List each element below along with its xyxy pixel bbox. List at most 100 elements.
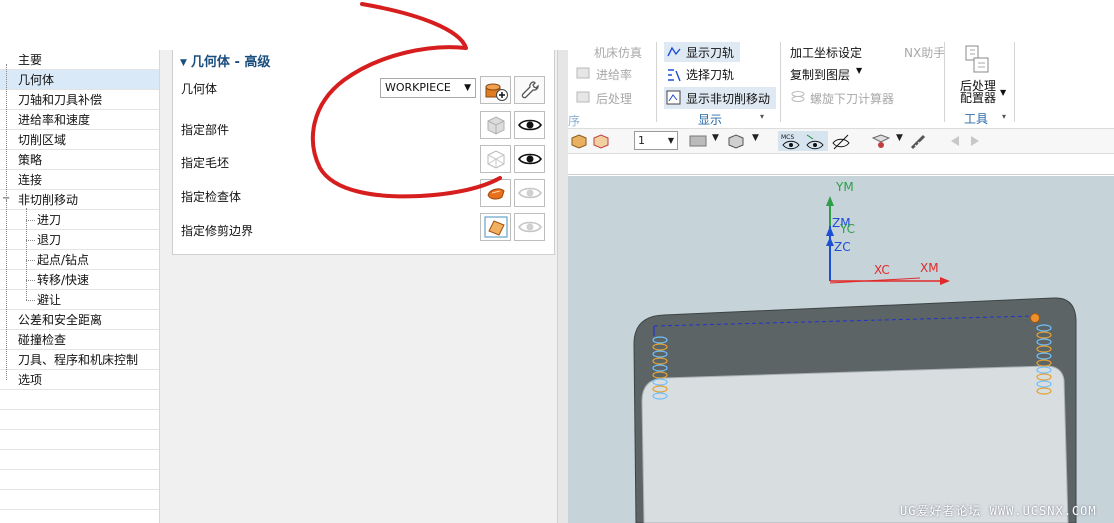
tree-item-tolerance[interactable]: 公差和安全距离 <box>0 310 159 330</box>
tree-item-label: 公差和安全距离 <box>18 313 103 327</box>
dropdown-arrow-icon[interactable]: ▼ <box>752 133 759 143</box>
tree-item-tool-axis[interactable]: 刀轴和刀具补偿 <box>0 90 159 110</box>
machine-sim-button[interactable]: 机床仿真 <box>594 44 642 61</box>
arrow-left-icon[interactable] <box>946 132 964 150</box>
postprocess-button[interactable]: 后处理 <box>596 90 632 107</box>
eye-disabled-icon <box>517 221 542 233</box>
tree-connector <box>26 240 35 241</box>
tree-item-start-drill[interactable]: 起点/钻点 <box>0 250 159 270</box>
mcs-icon[interactable]: MCS <box>780 132 802 150</box>
part-pocket-face <box>641 365 1069 523</box>
copy-to-layer-button[interactable]: 复制到图层 <box>790 66 850 83</box>
measure-icon[interactable] <box>908 132 928 150</box>
ribbon-separator <box>656 42 657 122</box>
specify-blank-button[interactable] <box>480 145 511 173</box>
nx-assistant-button[interactable]: NX助手 <box>904 44 945 61</box>
tree-item-label: 进刀 <box>37 213 62 227</box>
tree-item-non-cutting[interactable]: − 非切削移动 <box>0 190 159 210</box>
new-geometry-button[interactable] <box>480 76 511 104</box>
view-strip <box>568 155 1114 175</box>
collapse-triangle-icon[interactable]: ▼ <box>180 58 187 68</box>
tree-item-cut-area[interactable]: 切削区域 <box>0 130 159 150</box>
dropdown-arrow-icon[interactable]: ▼ <box>896 133 903 143</box>
tree-item-connect[interactable]: 连接 <box>0 170 159 190</box>
graphics-viewport[interactable]: YM ZM YC ZC XC XM <box>568 176 1114 523</box>
tree-empty-row <box>0 410 159 430</box>
machine-coord-button[interactable]: 加工坐标设定 <box>790 44 862 61</box>
section-title[interactable]: ▼ 几何体 - 高级 <box>180 51 270 70</box>
tree-item-label: 主要 <box>18 53 43 67</box>
show-path-button[interactable]: 显示刀轨 <box>686 44 734 61</box>
show-path-icon <box>667 46 681 57</box>
post-config-dropdown-icon[interactable]: ▼ <box>1000 88 1006 97</box>
render-style-icon[interactable] <box>726 132 746 150</box>
tree-item-label: 进给率和速度 <box>18 113 91 127</box>
group-expand-icon[interactable]: ▾ <box>1002 112 1006 121</box>
show-noncut-icon <box>666 90 681 105</box>
select-path-button[interactable]: 选择刀轨 <box>686 66 734 83</box>
specify-trim-button[interactable] <box>480 213 511 241</box>
spiral-calc-icon <box>791 91 805 102</box>
section-title-text: 几何体 - 高级 <box>190 55 271 70</box>
dropdown-arrow-icon[interactable]: ▼ <box>712 133 719 143</box>
tree-empty-row <box>0 450 159 470</box>
geometry-label: 几何体 <box>181 82 218 96</box>
tree-item-strategy[interactable]: 策略 <box>0 150 159 170</box>
post-config-label: 后处理配置器 <box>960 79 997 105</box>
ribbon: 机床仿真 进给率 后处理 序 显示刀轨 选择刀轨 显示非切削移动 显示 ▾ 加工… <box>568 42 1114 128</box>
edit-geometry-button[interactable] <box>514 76 545 104</box>
tree-item-retract[interactable]: 退刀 <box>0 230 159 250</box>
trim-boundary-icon <box>484 216 507 238</box>
tree-item-main[interactable]: 主要 <box>0 50 159 70</box>
tree-item-avoid[interactable]: 避让 <box>0 290 159 310</box>
show-trim-button[interactable] <box>514 213 545 241</box>
select-path-icon <box>668 69 681 82</box>
layer-select[interactable]: 1 ▼ <box>634 131 678 150</box>
specify-blank-label: 指定毛坯 <box>181 156 230 170</box>
dialog-scrollbar[interactable] <box>557 50 568 523</box>
eye-icon <box>517 119 542 131</box>
post-config-button[interactable]: 后处理配置器 <box>960 80 1000 104</box>
axis-label-xc: XC <box>874 263 890 277</box>
tree-item-engage[interactable]: 进刀 <box>0 210 159 230</box>
edge-cube-icon[interactable] <box>592 133 610 149</box>
tree-item-label: 几何体 <box>18 73 55 87</box>
tree-item-label: 选项 <box>18 373 43 387</box>
tree-item-machine-control[interactable]: 刀具、程序和机床控制 <box>0 350 159 370</box>
tree-item-label: 刀具、程序和机床控制 <box>18 353 139 367</box>
geometry-filter-icon[interactable] <box>870 132 892 150</box>
geometry-select[interactable]: WORKPIECE ▼ <box>380 78 476 98</box>
spiral-calc-button[interactable]: 螺旋下刀计算器 <box>810 90 894 107</box>
tree-connector <box>26 260 35 261</box>
show-path-toggle-icon[interactable] <box>804 132 826 150</box>
tree-connector <box>26 208 27 300</box>
tree-item-label: 碰撞检查 <box>18 333 67 347</box>
specify-check-button[interactable] <box>480 179 511 207</box>
start-point-marker <box>1030 313 1040 323</box>
show-check-button[interactable] <box>514 179 545 207</box>
feedrate-button[interactable]: 进给率 <box>596 66 632 83</box>
show-blank-button[interactable] <box>514 145 545 173</box>
specify-check-label: 指定检查体 <box>181 190 242 204</box>
tree-item-geometry[interactable]: 几何体 <box>0 70 159 90</box>
hide-toggle-icon[interactable] <box>830 132 852 150</box>
specify-trim-label: 指定修剪边界 <box>181 224 254 238</box>
tree-item-feeds[interactable]: 进给率和速度 <box>0 110 159 130</box>
chevron-down-icon: ▼ <box>464 83 471 93</box>
tree-item-options[interactable]: 选项 <box>0 370 159 390</box>
shaded-cube-icon[interactable] <box>570 133 588 149</box>
tree-item-label: 切削区域 <box>18 133 67 147</box>
copy-layer-dropdown-icon[interactable]: ▼ <box>856 66 862 75</box>
show-part-button[interactable] <box>514 111 545 139</box>
axis-label-xm: XM <box>920 261 939 275</box>
arrow-right-icon[interactable] <box>966 132 984 150</box>
tree-item-transfer[interactable]: 转移/快速 <box>0 270 159 290</box>
svg-text:MCS: MCS <box>781 134 794 141</box>
layer-shade-icon[interactable] <box>688 133 708 149</box>
show-noncut-button[interactable]: 显示非切削移动 <box>686 90 770 107</box>
specify-part-button[interactable] <box>480 111 511 139</box>
tree-item-label: 避让 <box>37 293 62 307</box>
group-expand-icon[interactable]: ▾ <box>760 112 764 121</box>
wrench-icon <box>521 81 539 99</box>
tree-item-collision[interactable]: 碰撞检查 <box>0 330 159 350</box>
